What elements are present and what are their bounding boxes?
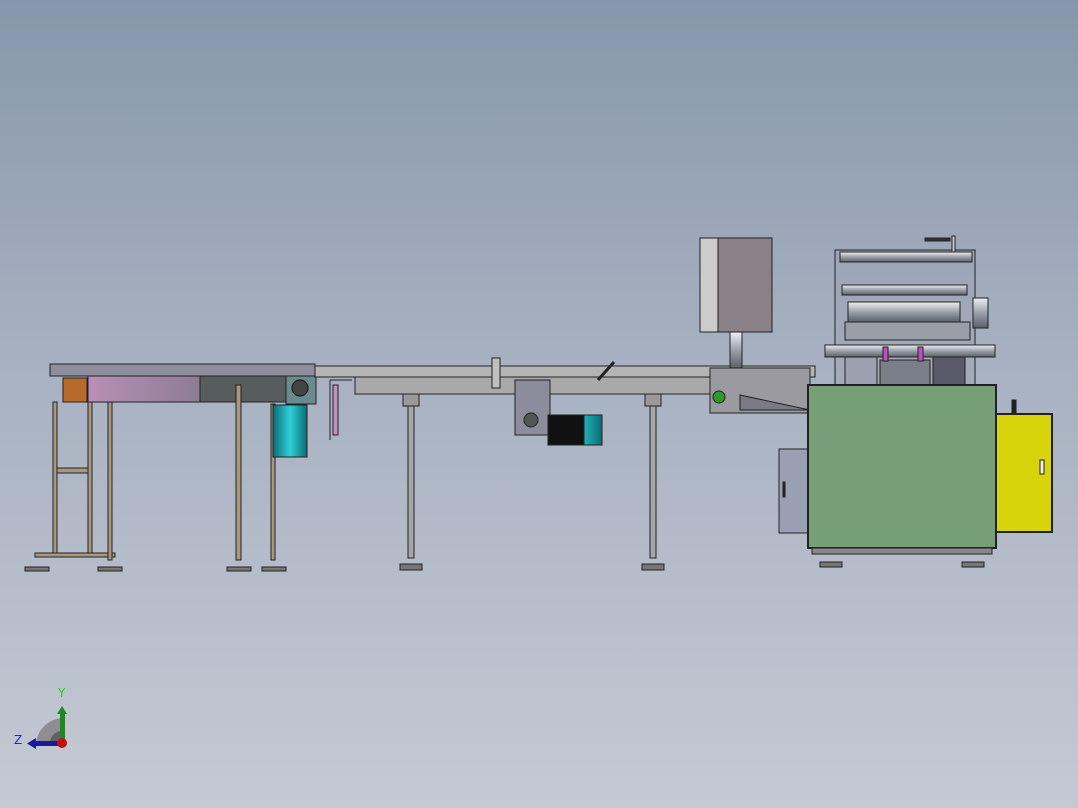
axis-triad: Y Z xyxy=(14,686,67,749)
drive-motor xyxy=(272,404,308,458)
base-cabinet xyxy=(807,384,997,549)
y-axis-label: Y xyxy=(57,686,66,700)
main-conveyor xyxy=(314,357,816,571)
z-axis-label: Z xyxy=(14,733,22,747)
cad-viewport[interactable]: Y Z xyxy=(0,0,1078,808)
x-axis-origin xyxy=(57,738,67,748)
infeed-conveyor xyxy=(24,363,317,572)
film-hopper xyxy=(699,237,773,369)
wrapping-machine xyxy=(778,235,1053,568)
chain-sprocket xyxy=(62,377,88,403)
